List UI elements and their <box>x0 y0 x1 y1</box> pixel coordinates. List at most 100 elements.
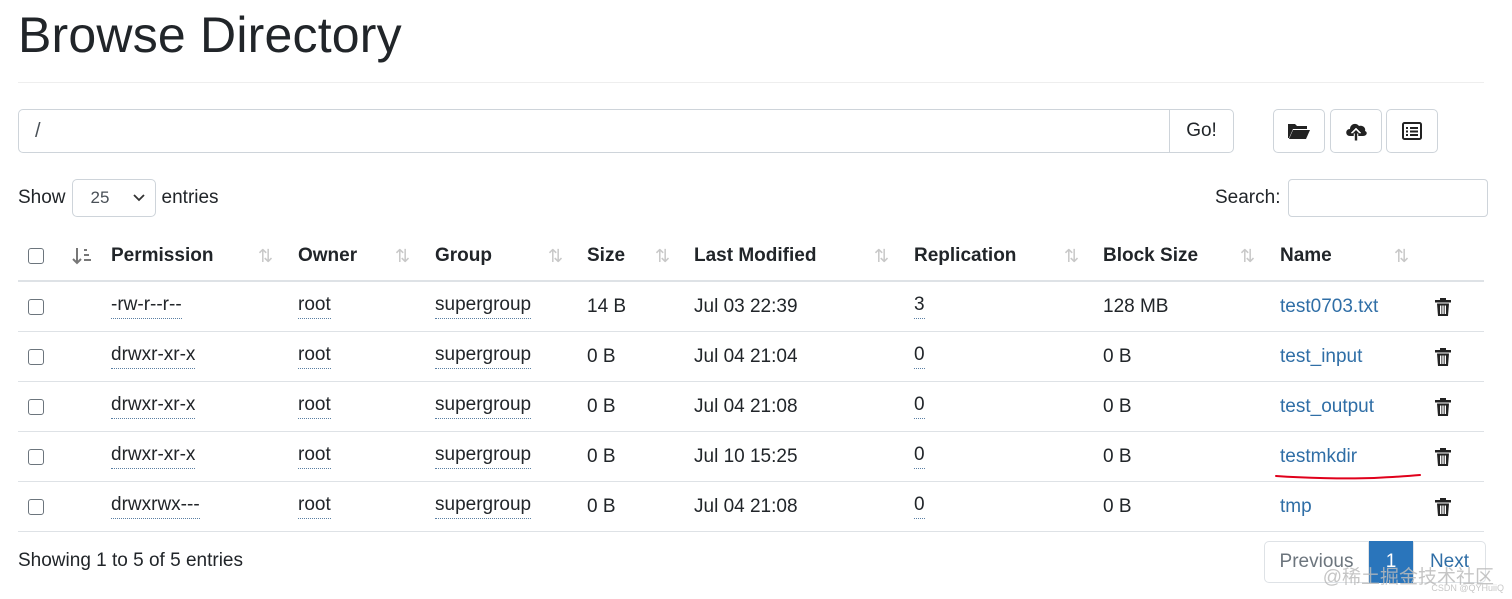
file-name-link[interactable]: test_input <box>1280 332 1362 381</box>
row-checkbox[interactable] <box>28 448 44 465</box>
delete-button[interactable] <box>1434 482 1452 531</box>
list-alt-icon <box>1402 122 1422 140</box>
trash-icon <box>1435 347 1451 366</box>
size-cell: 14 B <box>587 295 627 317</box>
column-header-block-size[interactable]: Block Size <box>1103 232 1198 280</box>
owner-link[interactable]: root <box>298 444 331 469</box>
block-size-cell: 0 B <box>1103 445 1132 467</box>
delete-button[interactable] <box>1434 282 1452 331</box>
table-row: drwxr-xr-x root supergroup 0 B Jul 04 21… <box>18 332 1484 382</box>
block-size-cell: 0 B <box>1103 345 1132 367</box>
block-size-cell: 128 MB <box>1103 295 1169 317</box>
folder-open-icon <box>1288 124 1310 139</box>
row-checkbox[interactable] <box>28 298 44 315</box>
size-cell: 0 B <box>587 495 616 517</box>
watermark-small: CSDN @QYHuiiQ <box>1431 583 1504 593</box>
last-modified-cell: Jul 04 21:04 <box>694 345 798 367</box>
page-title: Browse Directory <box>18 7 402 63</box>
file-name-link[interactable]: test_output <box>1280 382 1374 431</box>
select-all-checkbox[interactable] <box>28 248 44 264</box>
search-input[interactable] <box>1288 179 1489 217</box>
row-checkbox[interactable] <box>28 398 44 415</box>
go-button[interactable]: Go! <box>1169 109 1234 153</box>
file-name-link[interactable]: tmp <box>1280 482 1312 531</box>
row-checkbox[interactable] <box>28 348 44 365</box>
column-header-group[interactable]: Group <box>435 232 492 280</box>
table-row: -rw-r--r-- root supergroup 14 B Jul 03 2… <box>18 282 1484 332</box>
length-menu: Show 25 entries <box>18 179 219 217</box>
group-link[interactable]: supergroup <box>435 294 532 319</box>
delete-button[interactable] <box>1434 382 1452 431</box>
column-header-size[interactable]: Size <box>587 232 625 280</box>
trash-icon <box>1435 397 1451 416</box>
table-row: drwxrwx--- root supergroup 0 B Jul 04 21… <box>18 482 1484 532</box>
owner-link[interactable]: root <box>298 494 331 519</box>
owner-link[interactable]: root <box>298 394 331 419</box>
block-size-cell: 0 B <box>1103 395 1132 417</box>
owner-link[interactable]: root <box>298 294 331 319</box>
sort-descending-icon[interactable] <box>72 232 92 280</box>
replication-link[interactable]: 0 <box>914 494 925 519</box>
entries-per-page-select[interactable]: 25 <box>71 179 156 217</box>
group-link[interactable]: supergroup <box>435 444 532 469</box>
trash-icon <box>1435 497 1451 516</box>
owner-link[interactable]: root <box>298 344 331 369</box>
group-link[interactable]: supergroup <box>435 494 532 519</box>
permission-link[interactable]: drwxr-xr-x <box>111 344 196 369</box>
group-link[interactable]: supergroup <box>435 344 532 369</box>
last-modified-cell: Jul 10 15:25 <box>694 445 798 467</box>
size-cell: 0 B <box>587 445 616 467</box>
trash-icon <box>1435 297 1451 316</box>
last-modified-cell: Jul 04 21:08 <box>694 495 798 517</box>
delete-button[interactable] <box>1434 432 1452 481</box>
trash-icon <box>1435 447 1451 466</box>
permission-link[interactable]: drwxr-xr-x <box>111 444 196 469</box>
permission-link[interactable]: drwxr-xr-x <box>111 394 196 419</box>
cloud-upload-icon <box>1346 123 1367 141</box>
search-label: Search: <box>1215 187 1281 208</box>
sort-icon[interactable]: ⇅ <box>548 232 563 280</box>
replication-link[interactable]: 0 <box>914 444 925 469</box>
group-link[interactable]: supergroup <box>435 394 532 419</box>
title-divider <box>18 82 1484 83</box>
file-name-link[interactable]: test0703.txt <box>1280 282 1378 331</box>
column-header-replication[interactable]: Replication <box>914 232 1016 280</box>
sort-icon[interactable]: ⇅ <box>655 232 670 280</box>
sort-icon[interactable]: ⇅ <box>1240 232 1255 280</box>
size-cell: 0 B <box>587 395 616 417</box>
search-box: Search: <box>1215 179 1489 217</box>
permission-link[interactable]: -rw-r--r-- <box>111 294 182 319</box>
delete-button[interactable] <box>1434 332 1452 381</box>
table-info: Showing 1 to 5 of 5 entries <box>18 550 243 571</box>
last-modified-cell: Jul 03 22:39 <box>694 295 798 317</box>
directory-path-input[interactable] <box>18 109 1171 153</box>
replication-link[interactable]: 3 <box>914 294 925 319</box>
directory-table: Permission ⇅ Owner ⇅ Group ⇅ Size ⇅ Last… <box>18 232 1484 532</box>
column-header-owner[interactable]: Owner <box>298 232 357 280</box>
column-header-permission[interactable]: Permission <box>111 232 213 280</box>
table-header: Permission ⇅ Owner ⇅ Group ⇅ Size ⇅ Last… <box>18 232 1484 282</box>
sort-icon[interactable]: ⇅ <box>1394 232 1409 280</box>
create-directory-button[interactable] <box>1273 109 1325 153</box>
show-label: Show <box>18 187 66 208</box>
upload-file-button[interactable] <box>1330 109 1382 153</box>
column-header-name[interactable]: Name <box>1280 232 1332 280</box>
column-header-last-modified[interactable]: Last Modified <box>694 232 816 280</box>
red-underline-annotation <box>1275 474 1421 480</box>
cut-paste-button[interactable] <box>1386 109 1438 153</box>
table-row: drwxr-xr-x root supergroup 0 B Jul 10 15… <box>18 432 1484 482</box>
row-checkbox[interactable] <box>28 498 44 515</box>
sort-icon[interactable]: ⇅ <box>258 232 273 280</box>
sort-icon[interactable]: ⇅ <box>1064 232 1079 280</box>
last-modified-cell: Jul 04 21:08 <box>694 395 798 417</box>
block-size-cell: 0 B <box>1103 495 1132 517</box>
sort-icon[interactable]: ⇅ <box>874 232 889 280</box>
chevron-down-icon <box>132 194 145 202</box>
entries-label: entries <box>161 187 219 208</box>
permission-link[interactable]: drwxrwx--- <box>111 494 200 519</box>
replication-link[interactable]: 0 <box>914 344 925 369</box>
table-row: drwxr-xr-x root supergroup 0 B Jul 04 21… <box>18 382 1484 432</box>
replication-link[interactable]: 0 <box>914 394 925 419</box>
entries-per-page-value: 25 <box>90 188 110 207</box>
sort-icon[interactable]: ⇅ <box>395 232 410 280</box>
